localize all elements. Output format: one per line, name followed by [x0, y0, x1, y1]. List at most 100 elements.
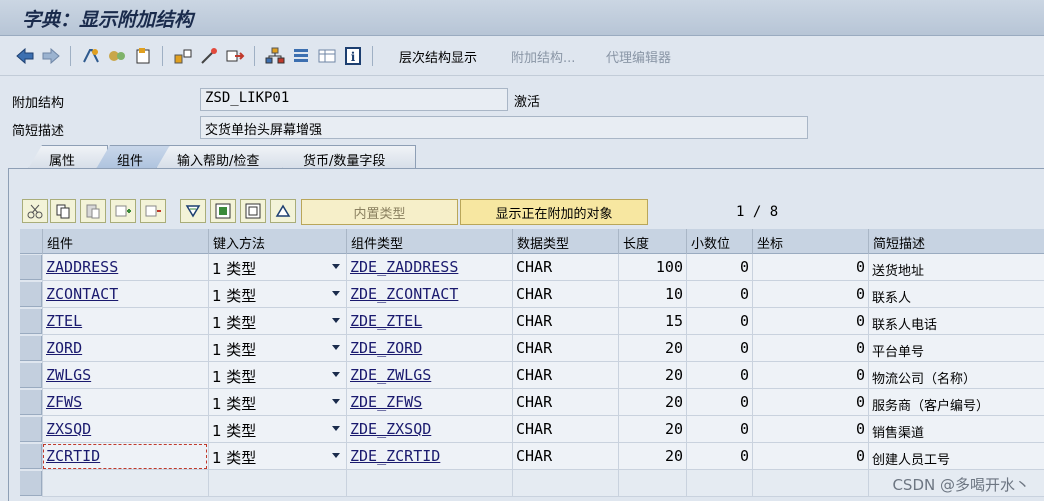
cell-component[interactable]: ZADDRESS	[42, 254, 208, 281]
cell-component-type[interactable]: ZDE_ZCRTID	[346, 443, 512, 470]
cell-short-description[interactable]: 联系人电话	[868, 308, 1044, 335]
where-used-icon[interactable]	[172, 45, 194, 67]
cell-data-type[interactable]: CHAR	[512, 308, 618, 335]
column-header-typing-method[interactable]: 键入方法	[208, 229, 346, 254]
cell-data-type[interactable]	[512, 470, 618, 497]
dropdown-arrow-icon[interactable]	[332, 426, 340, 431]
show-attached-object-button[interactable]: 显示正在附加的对象	[460, 199, 648, 225]
cell-data-type[interactable]: CHAR	[512, 443, 618, 470]
cell-length[interactable]: 20	[618, 389, 686, 416]
cell-short-description[interactable]: 平台单号	[868, 335, 1044, 362]
cell-component-type[interactable]: ZDE_ZFWS	[346, 389, 512, 416]
cell-coordinate[interactable]: 0	[752, 308, 868, 335]
forward-arrow-icon[interactable]	[40, 45, 62, 67]
info-icon[interactable]: i	[342, 45, 364, 67]
column-header-short-description[interactable]: 简短描述	[868, 229, 1044, 254]
column-header-component-type[interactable]: 组件类型	[346, 229, 512, 254]
cell-data-type[interactable]: CHAR	[512, 416, 618, 443]
cell-coordinate[interactable]: 0	[752, 443, 868, 470]
dropdown-arrow-icon[interactable]	[332, 264, 340, 269]
cell-component[interactable]	[42, 470, 208, 497]
navigation-icon[interactable]	[224, 45, 246, 67]
cell-short-description[interactable]: 销售渠道	[868, 416, 1044, 443]
cell-decimals[interactable]: 0	[686, 281, 752, 308]
cell-length[interactable]	[618, 470, 686, 497]
cell-typing-method[interactable]: 1 类型	[208, 443, 346, 470]
cell-decimals[interactable]: 0	[686, 254, 752, 281]
cell-coordinate[interactable]: 0	[752, 416, 868, 443]
row-selector[interactable]	[20, 309, 42, 334]
dropdown-arrow-icon[interactable]	[332, 399, 340, 404]
cell-component[interactable]: ZTEL	[42, 308, 208, 335]
deselect-icon[interactable]	[240, 199, 266, 223]
table-row[interactable]: ZORD 1 类型 ZDE_ZORD CHAR 20 0 0 平台单号	[20, 335, 1044, 362]
table-row[interactable]: ZADDRESS 1 类型 ZDE_ZADDRESS CHAR 100 0 0 送货地址	[20, 254, 1044, 281]
cell-coordinate[interactable]: 0	[752, 335, 868, 362]
cell-component-type[interactable]: ZDE_ZXSQD	[346, 416, 512, 443]
row-selector[interactable]	[20, 444, 42, 469]
dropdown-arrow-icon[interactable]	[332, 291, 340, 296]
cell-data-type[interactable]: CHAR	[512, 362, 618, 389]
object-icon[interactable]	[132, 45, 154, 67]
cell-component[interactable]: ZCONTACT	[42, 281, 208, 308]
cell-component[interactable]: ZCRTID	[42, 443, 208, 470]
select-all-icon[interactable]	[210, 199, 236, 223]
cell-length[interactable]: 20	[618, 416, 686, 443]
table-row[interactable]: ZFWS 1 类型 ZDE_ZFWS CHAR 20 0 0 服务商（客户编号）	[20, 389, 1044, 416]
cell-decimals[interactable]: 0	[686, 416, 752, 443]
cell-component[interactable]: ZXSQD	[42, 416, 208, 443]
cell-component[interactable]: ZFWS	[42, 389, 208, 416]
cell-component[interactable]: ZORD	[42, 335, 208, 362]
cell-coordinate[interactable]: 0	[752, 281, 868, 308]
cell-data-type[interactable]: CHAR	[512, 281, 618, 308]
cell-length[interactable]: 10	[618, 281, 686, 308]
cell-length[interactable]: 20	[618, 443, 686, 470]
paste-icon[interactable]	[80, 199, 106, 223]
table-row[interactable]: ZCONTACT 1 类型 ZDE_ZCONTACT CHAR 10 0 0 联系人	[20, 281, 1044, 308]
cell-short-description[interactable]: 创建人员工号	[868, 443, 1044, 470]
proxy-editor-button[interactable]: 代理编辑器	[606, 47, 671, 66]
tab-currency-quantity[interactable]: 货币/数量字段	[282, 145, 416, 169]
cell-typing-method[interactable]: 1 类型	[208, 308, 346, 335]
column-header-data-type[interactable]: 数据类型	[512, 229, 618, 254]
empty-table-row[interactable]	[20, 470, 1044, 497]
tab-attributes[interactable]: 属性	[28, 145, 108, 169]
cell-short-description[interactable]: 送货地址	[868, 254, 1044, 281]
magic-wand-icon[interactable]	[198, 45, 220, 67]
cell-typing-method[interactable]: 1 类型	[208, 362, 346, 389]
cell-short-description[interactable]: 服务商（客户编号）	[868, 389, 1044, 416]
cell-data-type[interactable]: CHAR	[512, 389, 618, 416]
cell-data-type[interactable]: CHAR	[512, 254, 618, 281]
table-row[interactable]: ZCRTID 1 类型 ZDE_ZCRTID CHAR 20 0 0 创建人员工号	[20, 443, 1044, 470]
cell-typing-method[interactable]: 1 类型	[208, 416, 346, 443]
builtin-type-button[interactable]: 内置类型	[301, 199, 458, 225]
cell-length[interactable]: 20	[618, 362, 686, 389]
cell-coordinate[interactable]: 0	[752, 389, 868, 416]
table-row[interactable]: ZXSQD 1 类型 ZDE_ZXSQD CHAR 20 0 0 销售渠道	[20, 416, 1044, 443]
back-arrow-icon[interactable]	[14, 45, 36, 67]
cell-decimals[interactable]: 0	[686, 362, 752, 389]
cell-coordinate[interactable]	[752, 470, 868, 497]
table-row[interactable]: ZWLGS 1 类型 ZDE_ZWLGS CHAR 20 0 0 物流公司（名称）	[20, 362, 1044, 389]
row-selector[interactable]	[20, 336, 42, 361]
cell-length[interactable]: 20	[618, 335, 686, 362]
append-structure-button[interactable]: 附加结构...	[511, 47, 575, 66]
row-selector[interactable]	[20, 282, 42, 307]
cell-short-description[interactable]: 物流公司（名称）	[868, 362, 1044, 389]
insert-row-icon[interactable]	[110, 199, 136, 223]
cut-icon[interactable]	[22, 199, 48, 223]
cell-decimals[interactable]: 0	[686, 389, 752, 416]
hierarchy-display-button[interactable]: 层次结构显示	[399, 47, 477, 66]
cell-component-type[interactable]: ZDE_ZCONTACT	[346, 281, 512, 308]
cell-component-type[interactable]	[346, 470, 512, 497]
cell-decimals[interactable]: 0	[686, 335, 752, 362]
delete-row-icon[interactable]	[140, 199, 166, 223]
activate-icon[interactable]	[106, 45, 128, 67]
dropdown-arrow-icon[interactable]	[332, 453, 340, 458]
cell-typing-method[interactable]	[208, 470, 346, 497]
cell-typing-method[interactable]: 1 类型	[208, 335, 346, 362]
cell-component-type[interactable]: ZDE_ZADDRESS	[346, 254, 512, 281]
column-header-decimals[interactable]: 小数位	[686, 229, 752, 254]
column-header-length[interactable]: 长度	[618, 229, 686, 254]
cell-typing-method[interactable]: 1 类型	[208, 389, 346, 416]
